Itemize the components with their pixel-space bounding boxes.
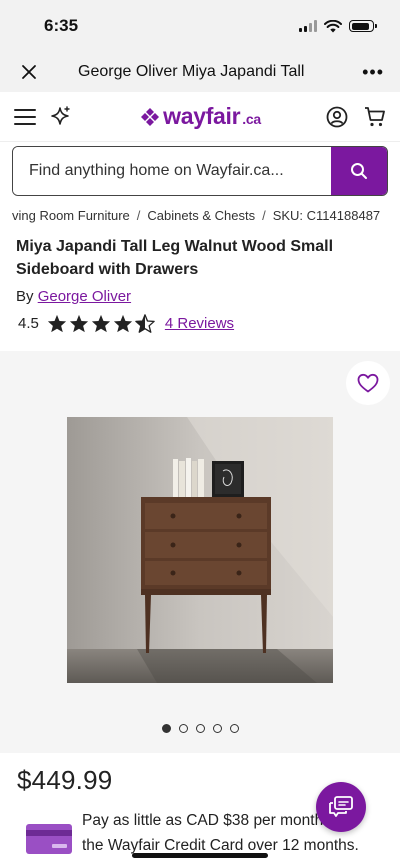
home-indicator[interactable]	[132, 853, 268, 858]
status-icons	[299, 19, 377, 33]
status-time: 6:35	[44, 16, 79, 35]
pagination-dot[interactable]	[161, 724, 171, 733]
star-icon	[69, 314, 88, 333]
rating-row: 4.5 4 Reviews	[18, 314, 382, 333]
cart-icon[interactable]	[364, 106, 386, 128]
browser-page-title: George Oliver Miya Japandi Tall	[78, 63, 305, 80]
pinwheel-logo-icon	[141, 107, 160, 126]
wifi-icon	[324, 19, 342, 32]
status-bar: 6:35	[0, 0, 400, 52]
brand-link[interactable]: George Oliver	[38, 288, 131, 305]
star-icon	[91, 314, 110, 333]
star-icon	[47, 314, 66, 333]
product-image[interactable]	[67, 417, 333, 683]
pagination-dot[interactable]	[195, 724, 205, 733]
menu-icon[interactable]	[14, 108, 36, 126]
reviews-link[interactable]: 4 Reviews	[165, 315, 234, 332]
search-button[interactable]	[331, 147, 387, 195]
product-title: Miya Japandi Tall Leg Walnut Wood Small …	[16, 238, 334, 278]
star-rating	[47, 314, 155, 333]
chat-icon	[329, 796, 353, 817]
wayfair-logo[interactable]: wayfair .ca	[104, 103, 296, 130]
breadcrumb-living-room[interactable]: ving Room Furniture	[12, 208, 130, 223]
pagination-dot[interactable]	[229, 724, 239, 733]
star-icon	[113, 314, 132, 333]
logo-text: wayfair	[163, 103, 241, 129]
image-pagination	[0, 724, 400, 733]
pagination-dot[interactable]	[178, 724, 188, 733]
half-star-icon	[135, 314, 155, 333]
search-input[interactable]	[13, 147, 331, 195]
browser-bar: George Oliver Miya Japandi Tall •••	[0, 52, 400, 92]
battery-icon	[349, 20, 377, 32]
credit-card-icon	[26, 824, 72, 854]
breadcrumb-separator: /	[262, 208, 266, 223]
by-label: By	[16, 288, 34, 305]
search-wrap	[0, 146, 400, 196]
breadcrumb: ving Room Furniture / Cabinets & Chests …	[12, 208, 400, 223]
breadcrumb-separator: /	[136, 208, 141, 223]
more-options-icon[interactable]: •••	[362, 62, 384, 83]
chat-button[interactable]	[316, 782, 366, 832]
cellular-signal-icon	[299, 20, 317, 32]
account-icon[interactable]	[326, 106, 348, 128]
site-header: wayfair .ca	[0, 92, 400, 142]
search-bar	[12, 146, 388, 196]
heart-icon	[357, 373, 379, 393]
favorite-button[interactable]	[346, 361, 390, 405]
pagination-dot[interactable]	[212, 724, 222, 733]
rating-value: 4.5	[18, 315, 39, 332]
product-sku: SKU: C114188487	[272, 208, 381, 223]
search-icon	[351, 163, 367, 179]
byline: By George Oliver	[16, 288, 384, 305]
product-gallery[interactable]	[0, 351, 400, 753]
logo-suffix: .ca	[242, 110, 261, 127]
sparkle-icon[interactable]	[50, 105, 72, 128]
breadcrumb-cabinets[interactable]: Cabinets & Chests	[147, 208, 255, 223]
close-icon[interactable]	[16, 59, 42, 85]
